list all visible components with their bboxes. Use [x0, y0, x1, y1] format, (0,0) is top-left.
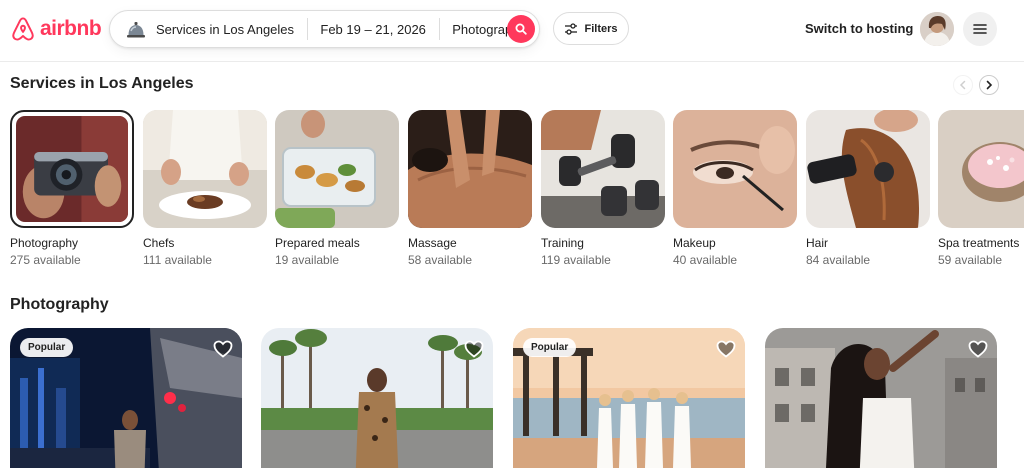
search-button[interactable] [507, 15, 535, 43]
listing-card[interactable] [765, 328, 997, 468]
category-image [541, 110, 665, 228]
category-count: 19 available [275, 253, 340, 267]
chevron-left-icon [959, 80, 966, 90]
category-hair[interactable]: Hair 84 available [806, 110, 930, 267]
search-service-segment[interactable]: Services in Los Angeles [110, 18, 307, 40]
search-icon [515, 23, 527, 35]
category-name: Massage [408, 236, 457, 250]
filters-label: Filters [584, 22, 618, 35]
category-training[interactable]: Training 119 available [541, 110, 665, 267]
category-name: Prepared meals [275, 236, 360, 250]
category-count: 275 available [10, 253, 81, 267]
photography-section-title: Photography [10, 296, 109, 313]
avatar-photo [920, 12, 954, 46]
filters-button[interactable]: Filters [553, 12, 629, 45]
listing-badge: Popular [523, 338, 577, 357]
services-section-title: Services in Los Angeles [10, 75, 194, 92]
category-photography[interactable]: Photography 275 available [10, 110, 134, 267]
top-header: airbnb Services in Los Angeles Feb 19 – … [0, 0, 1024, 62]
user-avatar[interactable] [920, 12, 954, 46]
sliders-icon [565, 22, 578, 35]
wishlist-button[interactable] [715, 338, 737, 360]
category-name: Spa treatments [938, 236, 1020, 250]
listing-photo [261, 328, 493, 468]
airbnb-logo-icon [12, 17, 34, 41]
category-image [10, 110, 134, 228]
airbnb-logo[interactable]: airbnb [10, 15, 102, 43]
search-dates-segment[interactable]: Feb 19 – 21, 2026 [307, 18, 439, 40]
makeup-photo [673, 110, 797, 228]
switch-to-hosting-link[interactable]: Switch to hosting [805, 21, 913, 36]
category-count: 84 available [806, 253, 871, 267]
dumbbells-photo [541, 110, 665, 228]
category-makeup[interactable]: Makeup 40 available [673, 110, 797, 267]
category-count: 58 available [408, 253, 473, 267]
carousel-nav [953, 75, 999, 95]
category-image [806, 110, 930, 228]
search-bar[interactable]: Services in Los Angeles Feb 19 – 21, 202… [109, 10, 540, 48]
category-count: 40 available [673, 253, 738, 267]
category-massage[interactable]: Massage 58 available [408, 110, 532, 267]
carousel-next-button[interactable] [979, 75, 999, 95]
category-name: Training [541, 236, 584, 250]
category-image [673, 110, 797, 228]
category-image [938, 110, 1024, 228]
search-service-value: Services in Los Angeles [156, 21, 295, 37]
category-image [408, 110, 532, 228]
category-prepared-meals[interactable]: Prepared meals 19 available [275, 110, 399, 267]
hair-styling-photo [806, 110, 930, 228]
service-bell-icon [127, 22, 145, 38]
main-menu-button[interactable] [963, 12, 997, 46]
category-image [143, 110, 267, 228]
chevron-right-icon [986, 80, 993, 90]
wishlist-button[interactable] [212, 338, 234, 360]
category-name: Hair [806, 236, 829, 250]
category-name: Makeup [673, 236, 716, 250]
service-categories-carousel: Photography 275 available Chefs 111 avai… [10, 110, 1024, 270]
camera-photo [16, 116, 128, 222]
chef-plating-photo [143, 110, 267, 228]
wishlist-button[interactable] [463, 338, 485, 360]
hamburger-menu-icon [973, 24, 987, 34]
listing-badge: Popular [20, 338, 74, 357]
massage-photo [408, 110, 532, 228]
heart-icon [464, 340, 484, 358]
category-count: 119 available [541, 253, 611, 267]
category-chefs[interactable]: Chefs 111 available [143, 110, 267, 267]
prepared-meals-photo [275, 110, 399, 228]
category-name: Chefs [143, 236, 175, 250]
category-count: 111 available [143, 253, 212, 267]
category-spa-treatments[interactable]: Spa treatments 59 available [938, 110, 1024, 267]
search-dates-value: Feb 19 – 21, 2026 [320, 21, 426, 37]
wishlist-button[interactable] [967, 338, 989, 360]
heart-icon [968, 340, 988, 358]
category-count: 59 available [938, 253, 1003, 267]
category-image [275, 110, 399, 228]
spa-salt-photo [938, 110, 1024, 228]
listing-photo [765, 328, 997, 468]
heart-icon [213, 340, 233, 358]
photography-listings: Popular Popular [10, 328, 1024, 468]
listing-card[interactable]: Popular [10, 328, 242, 468]
category-name: Photography [10, 236, 79, 250]
carousel-prev-button[interactable] [953, 75, 973, 95]
listing-card[interactable]: Popular [513, 328, 745, 468]
listing-card[interactable] [261, 328, 493, 468]
logo-wordmark: airbnb [40, 17, 102, 40]
heart-icon [716, 340, 736, 358]
